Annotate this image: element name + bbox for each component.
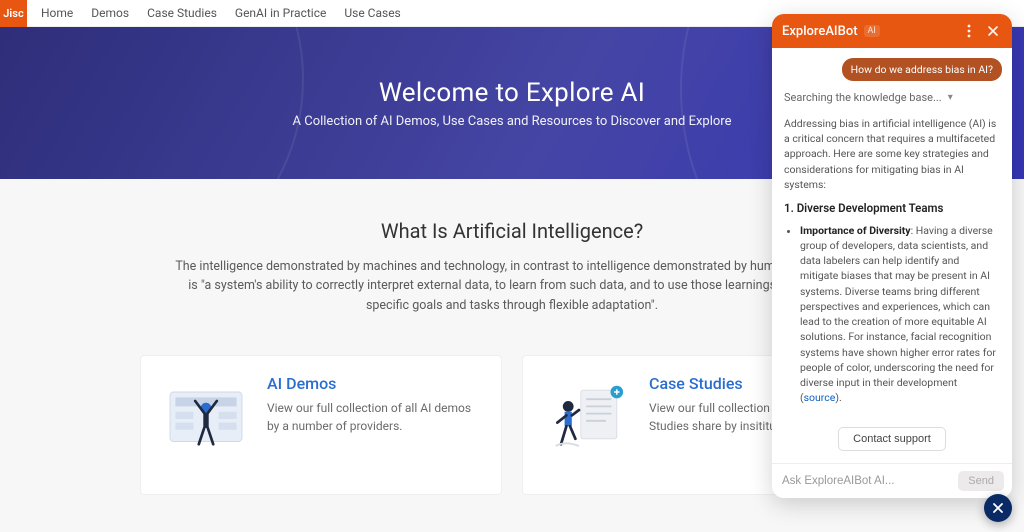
close-icon[interactable] — [984, 22, 1002, 40]
answer-bullet-1: Importance of Diversity: Having a divers… — [800, 223, 1000, 406]
card-body: View our full collection of all AI demos… — [267, 399, 481, 435]
chat-title: ExploreAIBot — [782, 24, 858, 39]
user-message: How do we address bias in AI? — [842, 58, 1002, 81]
source-link-1[interactable]: source — [804, 391, 836, 404]
demos-illustration — [161, 374, 251, 464]
cases-illustration — [543, 374, 633, 464]
chat-fab-close[interactable] — [984, 494, 1012, 522]
nav-case-studies[interactable]: Case Studies — [147, 6, 217, 20]
answer-intro: Addressing bias in artificial intelligen… — [784, 116, 1000, 192]
nav-use-cases[interactable]: Use Cases — [344, 6, 400, 20]
chat-body: How do we address bias in AI? Searching … — [772, 48, 1012, 463]
chat-ai-badge: AI — [864, 25, 880, 37]
section-body: The intelligence demonstrated by machine… — [172, 257, 852, 315]
support-row: Contact support — [782, 421, 1002, 459]
main-nav: Home Demos Case Studies GenAI in Practic… — [41, 6, 401, 20]
chat-header: ExploreAIBot AI — [772, 14, 1012, 48]
nav-home[interactable]: Home — [41, 6, 73, 20]
card-title: AI Demos — [267, 374, 481, 393]
answer-heading-1: 1. Diverse Development Teams — [784, 200, 1000, 217]
contact-support-button[interactable]: Contact support — [838, 427, 946, 451]
kebab-menu-icon[interactable] — [960, 22, 978, 40]
bullet-1-tail: ). — [835, 391, 841, 404]
hero-title: Welcome to Explore AI — [379, 78, 645, 108]
bullet-1-label: Importance of Diversity — [800, 224, 911, 237]
card-ai-demos[interactable]: AI Demos View our full collection of all… — [140, 355, 502, 495]
chevron-down-icon: ▾ — [948, 92, 953, 103]
hero-subtitle: A Collection of AI Demos, Use Cases and … — [293, 114, 732, 129]
chat-widget: ExploreAIBot AI How do we address bias i… — [772, 14, 1012, 498]
bullet-1-text: : Having a diverse group of developers, … — [800, 224, 996, 404]
card-text: AI Demos View our full collection of all… — [267, 374, 481, 435]
brand-logo[interactable]: Jisc — [0, 0, 27, 27]
chat-input[interactable] — [780, 474, 950, 488]
nav-genai-practice[interactable]: GenAI in Practice — [235, 6, 326, 20]
chat-input-row: Send — [772, 463, 1012, 498]
status-text: Searching the knowledge base... — [784, 91, 942, 104]
status-row[interactable]: Searching the knowledge base... ▾ — [782, 89, 1002, 108]
nav-demos[interactable]: Demos — [91, 6, 129, 20]
send-button[interactable]: Send — [958, 471, 1004, 491]
assistant-answer: Addressing bias in artificial intelligen… — [782, 116, 1002, 413]
